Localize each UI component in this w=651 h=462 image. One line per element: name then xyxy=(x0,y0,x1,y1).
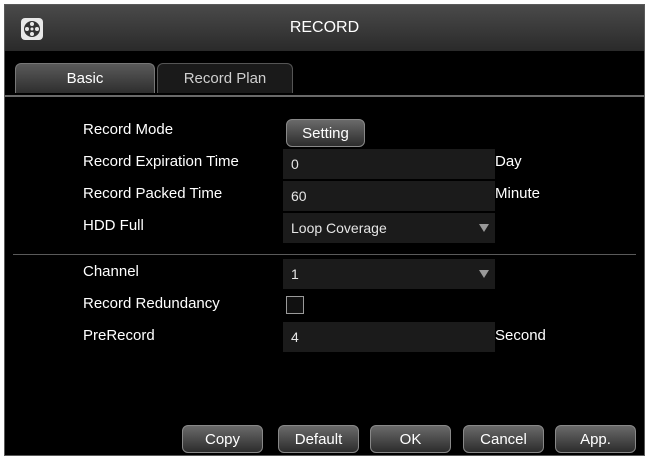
packed-time-unit: Minute xyxy=(495,185,541,202)
packed-time-label: Record Packed Time xyxy=(83,185,223,202)
setting-button[interactable]: Setting xyxy=(286,119,365,147)
hdd-full-select[interactable]: Loop Coverage xyxy=(283,213,495,243)
apply-button[interactable]: App. xyxy=(555,425,636,453)
redundancy-checkbox[interactable] xyxy=(286,296,304,314)
hdd-full-label: HDD Full xyxy=(83,217,144,234)
title-bar: RECORD xyxy=(5,5,644,51)
ok-button[interactable]: OK xyxy=(370,425,451,453)
hdd-full-value: Loop Coverage xyxy=(291,220,387,236)
channel-value: 1 xyxy=(291,266,299,282)
channel-label: Channel xyxy=(83,263,139,280)
prerecord-unit: Second xyxy=(495,327,546,344)
section-divider xyxy=(13,254,636,255)
window-title: RECORD xyxy=(289,19,360,36)
dropdown-arrow-icon xyxy=(479,270,489,278)
packed-time-input[interactable]: 60 xyxy=(283,181,495,211)
copy-button[interactable]: Copy xyxy=(182,425,263,453)
expiration-time-input[interactable]: 0 xyxy=(283,149,495,179)
expiration-unit: Day xyxy=(495,153,522,170)
prerecord-label: PreRecord xyxy=(83,327,155,344)
cancel-button[interactable]: Cancel xyxy=(463,425,544,453)
tab-bar: Basic Record Plan xyxy=(5,51,644,97)
channel-select[interactable]: 1 xyxy=(283,259,495,289)
tab-record-plan[interactable]: Record Plan xyxy=(157,63,293,93)
record-dialog: RECORD Basic Record Plan Record Mode Set… xyxy=(4,4,645,456)
record-mode-label: Record Mode xyxy=(83,121,174,138)
prerecord-input[interactable]: 4 xyxy=(283,322,495,352)
expiration-time-label: Record Expiration Time xyxy=(83,153,239,170)
default-button[interactable]: Default xyxy=(278,425,359,453)
dropdown-arrow-icon xyxy=(479,224,489,232)
tab-basic[interactable]: Basic xyxy=(15,63,155,93)
redundancy-label: Record Redundancy xyxy=(83,295,220,312)
